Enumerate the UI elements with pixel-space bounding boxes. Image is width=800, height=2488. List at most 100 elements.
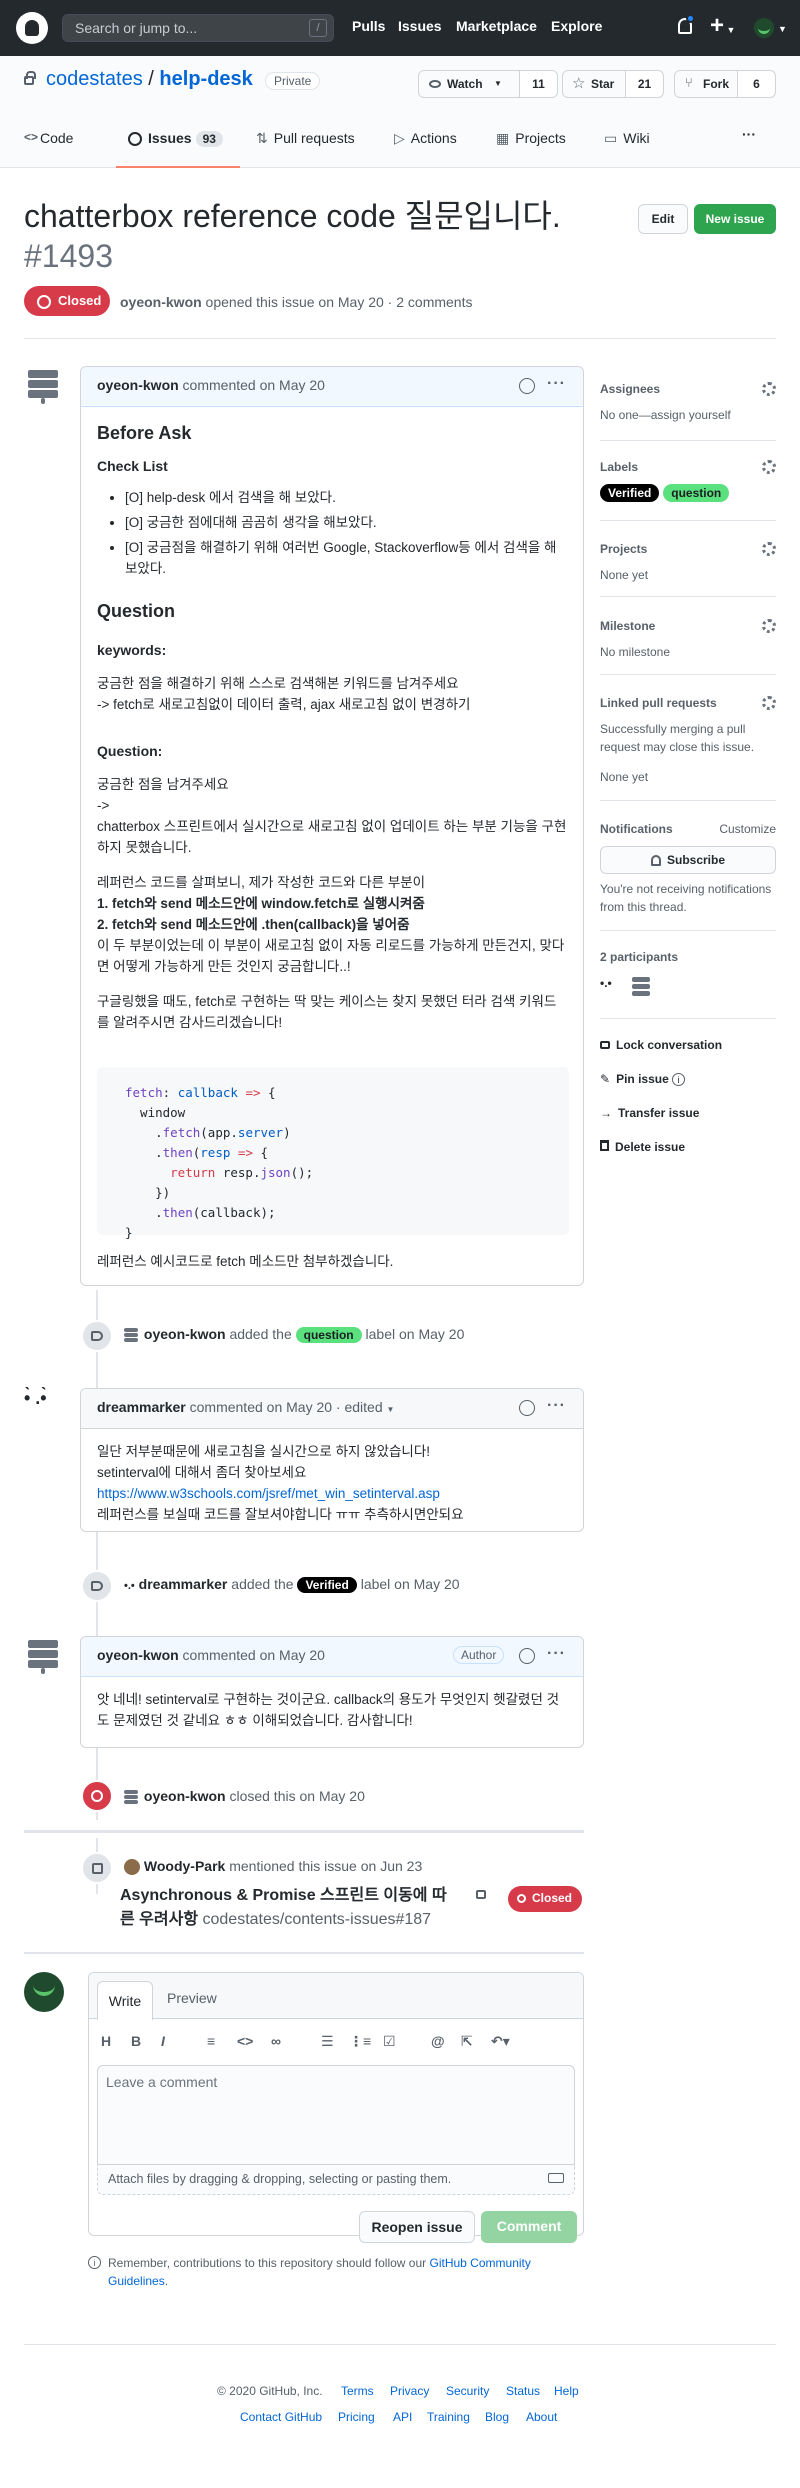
repo-owner-link[interactable]: codestates — [46, 68, 143, 90]
list-ordered-icon[interactable]: ⋮≡ — [349, 2033, 371, 2050]
footer-link-pricing[interactable]: Pricing — [338, 2410, 375, 2424]
avatar[interactable] — [124, 1790, 140, 1805]
plus-icon[interactable]: + ▼ — [710, 12, 735, 40]
reply-icon[interactable]: ↶▾ — [491, 2033, 510, 2050]
avatar[interactable] — [124, 1328, 140, 1343]
watch-button[interactable]: Watch ▼ 11 — [418, 70, 558, 98]
reopen-issue-button[interactable]: Reopen issue — [359, 2211, 475, 2243]
avatar[interactable] — [632, 976, 652, 996]
event-author[interactable]: oyeon-kwon — [144, 1788, 226, 1804]
lock-conversation-button[interactable]: Lock conversation — [600, 1038, 776, 1052]
footer-link-status[interactable]: Status — [506, 2384, 540, 2398]
tab-preview[interactable]: Preview — [167, 1990, 217, 2006]
avatar[interactable] — [24, 366, 64, 406]
nav-issues[interactable]: Issues — [398, 18, 442, 34]
avatar[interactable]: •̀ .•̀ — [24, 1388, 64, 1428]
fork-button[interactable]: ⑂ Fork 6 — [674, 70, 776, 98]
event-author[interactable]: oyeon-kwon — [144, 1326, 226, 1342]
mention-reference[interactable]: Asynchronous & Promise 스프린트 이동에 따른 우려사항 … — [120, 1884, 460, 1932]
comment-textarea[interactable]: Leave a comment — [97, 2065, 575, 2165]
event-author[interactable]: Woody-Park — [144, 1858, 225, 1874]
more-tabs-icon[interactable]: ··· — [742, 126, 756, 142]
comment-button[interactable]: Comment — [481, 2211, 577, 2243]
smiley-icon[interactable] — [519, 378, 535, 394]
gear-icon[interactable] — [762, 382, 776, 396]
repo-name-link[interactable]: help-desk — [159, 68, 252, 90]
assign-yourself-link[interactable]: No one—assign yourself — [600, 406, 776, 424]
edit-button[interactable]: Edit — [638, 204, 688, 234]
label-question[interactable]: question — [663, 484, 730, 502]
footer-link-about[interactable]: About — [526, 2410, 557, 2424]
event-author[interactable]: dreammarker — [139, 1576, 228, 1592]
footer-link-contact[interactable]: Contact GitHub — [240, 2410, 322, 2424]
list-unordered-icon[interactable]: ☰ — [321, 2033, 334, 2050]
tab-projects[interactable]: ▦ Projects — [496, 130, 566, 147]
label-question[interactable]: question — [295, 1327, 362, 1343]
smiley-icon[interactable] — [519, 1648, 535, 1664]
bold-icon[interactable]: B — [131, 2033, 141, 2049]
italic-icon[interactable]: I — [161, 2033, 165, 2049]
kebab-horizontal-icon[interactable]: ··· — [547, 1645, 566, 1663]
footer-link-help[interactable]: Help — [554, 2384, 579, 2398]
footer-link-privacy[interactable]: Privacy — [390, 2384, 429, 2398]
delete-issue-button[interactable]: Delete issue — [600, 1140, 776, 1154]
info-icon[interactable]: i — [672, 1073, 686, 1086]
heading-icon[interactable]: H — [101, 2033, 111, 2049]
quote-icon[interactable]: ≡ — [207, 2033, 215, 2049]
avatar[interactable] — [24, 1636, 64, 1676]
search-input[interactable]: Search or jump to... / — [62, 14, 334, 42]
avatar[interactable]: •.• — [600, 976, 612, 990]
footer-link-blog[interactable]: Blog — [485, 2410, 509, 2424]
kebab-horizontal-icon[interactable]: ··· — [547, 375, 566, 393]
footer-link-security[interactable]: Security — [446, 2384, 489, 2398]
footer-link-training[interactable]: Training — [427, 2410, 470, 2424]
label-verified[interactable]: Verified — [297, 1577, 357, 1593]
chevron-down-icon[interactable]: ▼ — [387, 1405, 395, 1414]
gear-icon[interactable] — [762, 619, 776, 633]
tab-code[interactable]: <> Code — [24, 130, 73, 146]
attach-files-area[interactable]: Attach files by dragging & dropping, sel… — [97, 2165, 575, 2195]
github-logo-icon[interactable] — [16, 12, 48, 44]
comment-author[interactable]: dreammarker — [97, 1399, 186, 1415]
mention-icon[interactable]: @ — [431, 2033, 445, 2049]
tab-issues[interactable]: Issues 93 — [128, 130, 223, 147]
gear-icon[interactable] — [762, 460, 776, 474]
avatar[interactable] — [24, 1972, 64, 2012]
fork-count[interactable]: 6 — [737, 71, 775, 97]
code-icon[interactable]: <> — [237, 2033, 253, 2049]
nav-pulls[interactable]: Pulls — [352, 18, 385, 34]
tasklist-icon[interactable]: ☑ — [383, 2033, 396, 2050]
new-issue-button[interactable]: New issue — [694, 204, 776, 234]
link-icon[interactable]: ∞ — [271, 2033, 281, 2049]
nav-explore[interactable]: Explore — [551, 18, 602, 34]
tab-write[interactable]: Write — [97, 1981, 153, 2020]
avatar[interactable]: •.• — [124, 1580, 135, 1592]
tab-wiki[interactable]: ▭ Wiki — [604, 130, 650, 147]
star-button[interactable]: ☆ Star 21 — [562, 70, 664, 98]
smiley-icon[interactable] — [519, 1400, 535, 1416]
markdown-icon[interactable] — [548, 2173, 564, 2183]
kebab-horizontal-icon[interactable]: ··· — [547, 1397, 566, 1415]
w3schools-link[interactable]: https://www.w3schools.com/jsref/met_win_… — [97, 1486, 440, 1501]
watch-count[interactable]: 11 — [519, 71, 557, 97]
subscribe-button[interactable]: Subscribe — [600, 846, 776, 874]
customize-link[interactable]: Customize — [719, 822, 776, 836]
label-verified[interactable]: Verified — [600, 484, 660, 502]
star-count[interactable]: 21 — [625, 71, 663, 97]
nav-marketplace[interactable]: Marketplace — [456, 18, 537, 34]
gear-icon[interactable] — [762, 696, 776, 710]
chevron-down-icon[interactable]: ▼ — [778, 24, 787, 34]
tab-pull-requests[interactable]: ⇅ Pull requests — [256, 130, 355, 147]
gear-icon[interactable] — [762, 542, 776, 556]
transfer-issue-button[interactable]: → Transfer issue — [600, 1106, 776, 1120]
pin-issue-button[interactable]: ✎ Pin issue i — [600, 1072, 776, 1086]
footer-link-terms[interactable]: Terms — [341, 2384, 374, 2398]
tab-actions[interactable]: ▷ Actions — [394, 130, 457, 147]
cross-reference-icon[interactable]: ⇱ — [461, 2033, 473, 2050]
issue-author-link[interactable]: oyeon-kwon — [120, 294, 202, 310]
comment-author[interactable]: oyeon-kwon — [97, 1647, 179, 1663]
footer-link-api[interactable]: API — [393, 2410, 412, 2424]
comment-author[interactable]: oyeon-kwon — [97, 377, 179, 393]
avatar[interactable] — [124, 1859, 140, 1876]
user-avatar[interactable] — [754, 18, 774, 38]
